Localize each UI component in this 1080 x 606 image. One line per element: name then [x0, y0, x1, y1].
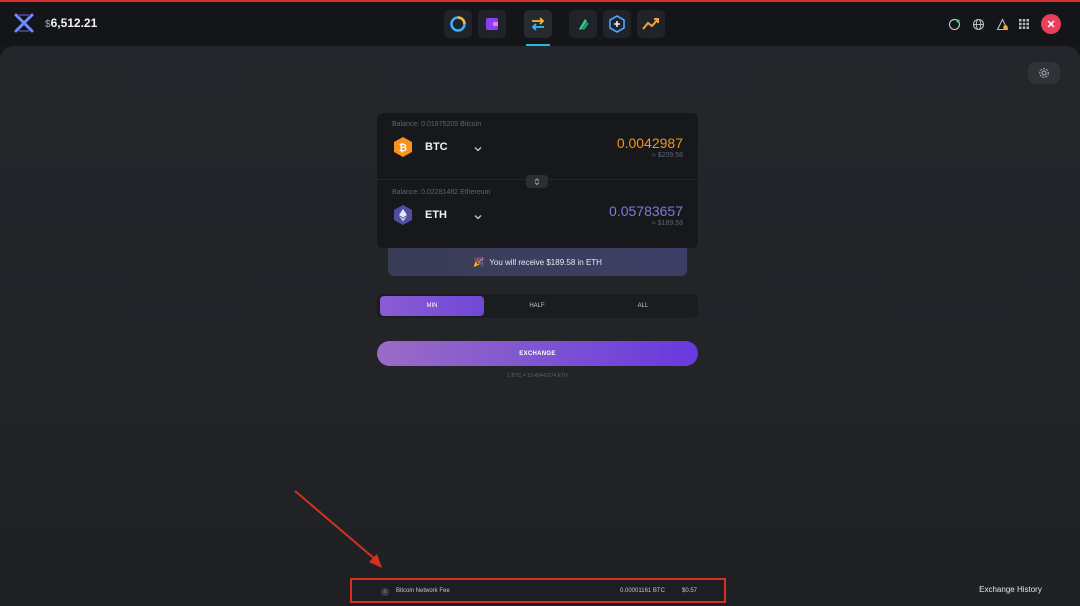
add-icon[interactable] [603, 10, 631, 38]
sync-icon[interactable] [947, 17, 961, 31]
to-amount[interactable]: 0.05783657 [609, 203, 683, 219]
receive-text: You will receive $189.58 in ETH [489, 257, 602, 267]
notification-icon[interactable] [995, 17, 1009, 31]
apps-grid-icon[interactable] [1017, 17, 1031, 31]
from-asset-row[interactable]: Balance: 0.01875205 Bitcoin ₿ BTC 0.0042… [377, 113, 698, 179]
exchange-history-button[interactable]: Exchange History [963, 578, 1058, 600]
party-popper-icon: 🎉 [473, 256, 485, 267]
svg-text:₿: ₿ [399, 142, 407, 154]
to-ticker: ETH [425, 209, 447, 221]
receive-summary: 🎉 You will receive $189.58 in ETH [388, 248, 687, 276]
to-usd-value: ≈ $189.58 [651, 220, 683, 227]
annotation-arrow-icon [294, 490, 382, 568]
fee-label: Bitcoin Network Fee [396, 588, 450, 594]
swap-direction-icon[interactable] [526, 175, 548, 188]
from-amount[interactable]: 0.0042987 [617, 135, 683, 151]
chevron-down-icon[interactable] [473, 209, 483, 220]
to-asset-row[interactable]: Balance: 0.02281482 Ethereum ETH 0.05783… [377, 181, 698, 247]
globe-icon[interactable] [971, 17, 985, 31]
exchange-rate: 1 BTC = 13.45442274 ETH [507, 373, 568, 379]
amount-option-min[interactable]: MIN [380, 296, 484, 316]
earn-icon[interactable] [569, 10, 597, 38]
top-bar: $6,512.21 [0, 2, 1080, 46]
ethereum-icon [392, 204, 414, 226]
exchange-icon[interactable] [524, 10, 552, 38]
from-usd-value: ≈ $209.58 [651, 152, 683, 159]
exchange-button[interactable]: EXCHANGE [377, 341, 698, 366]
bitcoin-icon: ₿ [392, 136, 414, 158]
trade-icon[interactable] [637, 10, 665, 38]
exodus-logo-icon[interactable] [13, 12, 35, 34]
amount-option-half[interactable]: HALF [485, 296, 589, 316]
network-fee-row[interactable]: i Bitcoin Network Fee 0.00001161 BTC $0.… [350, 578, 726, 603]
amount-selector: MIN HALF ALL [377, 294, 698, 318]
info-icon[interactable]: i [381, 588, 389, 596]
portfolio-icon[interactable] [444, 10, 472, 38]
fee-btc: 0.00001161 BTC [620, 588, 665, 594]
portfolio-value: 6,512.21 [50, 16, 98, 30]
fee-usd: $0.57 [682, 588, 698, 594]
amount-option-all[interactable]: ALL [591, 296, 695, 316]
chevron-down-icon[interactable] [473, 141, 483, 152]
settings-gear-icon[interactable] [1028, 62, 1060, 84]
portfolio-balance: $6,512.21 [45, 16, 97, 30]
from-balance: Balance: 0.01875205 Bitcoin [392, 121, 482, 128]
from-ticker: BTC [425, 141, 448, 153]
wallet-icon[interactable] [478, 10, 506, 38]
to-balance: Balance: 0.02281482 Ethereum [392, 189, 491, 196]
profile-avatar-icon[interactable] [1041, 14, 1061, 34]
